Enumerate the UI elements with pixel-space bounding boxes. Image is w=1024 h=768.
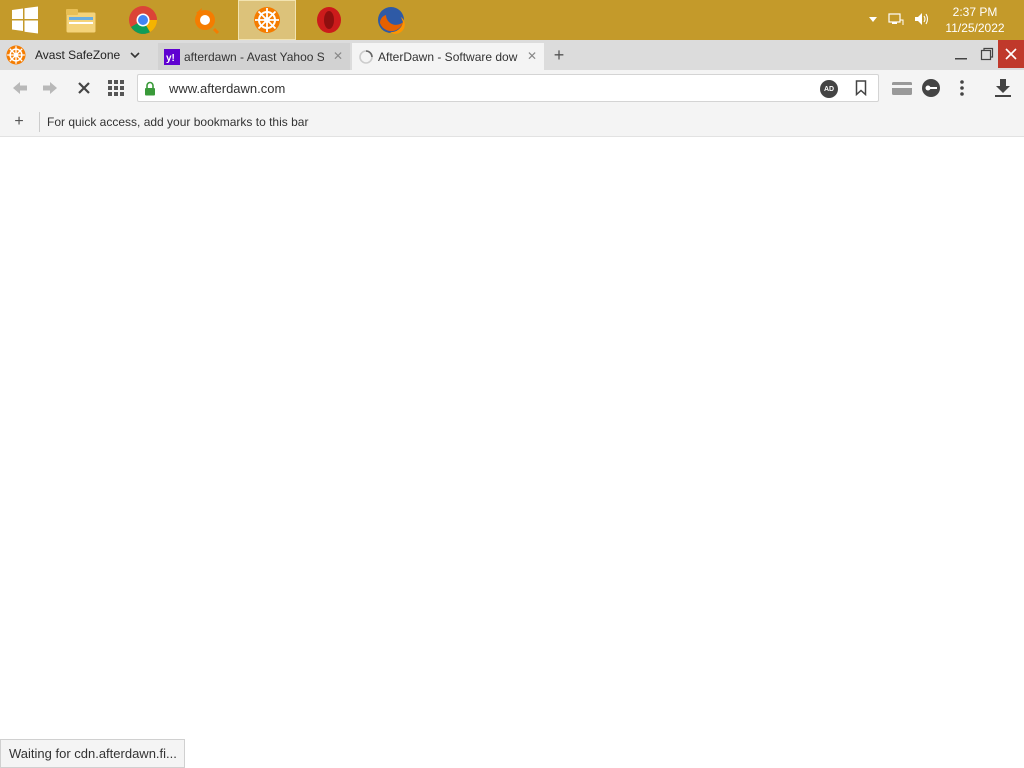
clock-date: 11/25/2022 xyxy=(945,21,1005,35)
close-window-button[interactable] xyxy=(998,40,1024,68)
page-content[interactable] xyxy=(0,137,1024,768)
opera-icon xyxy=(317,7,341,33)
back-button[interactable] xyxy=(8,76,32,100)
forward-button[interactable] xyxy=(38,76,62,100)
browser-brand-label: Avast SafeZone xyxy=(35,48,121,62)
avast-taskbar-button[interactable] xyxy=(176,0,234,40)
stop-loading-button[interactable] xyxy=(72,76,96,100)
password-manager-button[interactable] xyxy=(919,76,943,100)
show-hidden-icons-icon[interactable] xyxy=(868,13,878,27)
back-arrow-icon xyxy=(13,82,27,94)
chevron-down-icon xyxy=(128,48,142,62)
menu-button[interactable] xyxy=(950,76,974,100)
close-icon xyxy=(1005,48,1017,60)
loading-spinner-icon xyxy=(359,49,373,64)
clock-time: 2:37 PM xyxy=(952,5,998,19)
chrome-icon xyxy=(129,6,157,34)
browser-tab-strip: Avast SafeZone y! afterdawn - Avast Yaho… xyxy=(0,40,1024,70)
bookmark-icon[interactable] xyxy=(855,80,867,101)
tab-afterdawn-software[interactable]: AfterDawn - Software dow ✕ xyxy=(352,43,544,70)
url-text: www.afterdawn.com xyxy=(169,81,286,96)
folder-icon xyxy=(65,9,97,34)
safezone-menu-button[interactable]: Avast SafeZone xyxy=(0,40,150,70)
browser-toolbar: www.afterdawn.com AD xyxy=(0,70,1024,106)
forward-arrow-icon xyxy=(43,82,57,94)
avast-icon xyxy=(195,8,220,35)
add-bookmark-button[interactable]: + xyxy=(10,113,28,131)
firefox-taskbar-button[interactable] xyxy=(362,0,420,40)
address-bar[interactable]: www.afterdawn.com AD xyxy=(137,74,879,102)
adblock-icon[interactable]: AD xyxy=(820,80,838,98)
new-tab-button[interactable]: + xyxy=(549,45,569,65)
tab-afterdawn-yahoo[interactable]: y! afterdawn - Avast Yahoo S ✕ xyxy=(158,43,350,70)
windows-logo-icon xyxy=(12,6,38,34)
apps-grid-icon xyxy=(108,80,124,96)
yahoo-icon: y! xyxy=(164,48,180,65)
tab-title: AfterDawn - Software dow xyxy=(378,49,518,64)
clock[interactable]: 2:37 PM 11/25/2022 xyxy=(940,4,1010,36)
restore-icon xyxy=(980,47,994,61)
credit-card-icon xyxy=(892,82,912,95)
lock-icon[interactable] xyxy=(144,81,156,101)
safezone-icon xyxy=(254,7,280,33)
more-vertical-icon xyxy=(960,80,964,96)
firefox-icon xyxy=(378,7,405,34)
tab-close-icon[interactable]: ✕ xyxy=(526,49,538,63)
status-bubble: Waiting for cdn.afterdawn.fi... xyxy=(0,739,185,768)
minimize-icon xyxy=(955,58,967,60)
opera-taskbar-button[interactable] xyxy=(300,0,358,40)
windows-taskbar: 2:37 PM 11/25/2022 xyxy=(0,0,1024,40)
system-tray: 2:37 PM 11/25/2022 xyxy=(868,0,1024,40)
speed-dial-button[interactable] xyxy=(104,76,128,100)
safezone-logo-icon xyxy=(6,45,26,65)
chrome-taskbar-button[interactable] xyxy=(114,0,172,40)
key-icon xyxy=(922,79,940,97)
download-icon xyxy=(995,79,1011,97)
bookmarks-hint: For quick access, add your bookmarks to … xyxy=(47,115,309,129)
tab-title: afterdawn - Avast Yahoo S xyxy=(184,49,324,64)
bookmarks-divider xyxy=(39,112,40,132)
start-button[interactable] xyxy=(0,0,50,40)
payment-card-button[interactable] xyxy=(890,76,914,100)
svg-text:y!: y! xyxy=(166,53,175,64)
network-icon[interactable] xyxy=(888,12,904,29)
tab-close-icon[interactable]: ✕ xyxy=(332,49,344,63)
file-explorer-button[interactable] xyxy=(52,0,110,40)
stop-icon xyxy=(78,82,90,94)
safezone-taskbar-button[interactable] xyxy=(238,0,296,40)
bookmarks-bar: + For quick access, add your bookmarks t… xyxy=(0,106,1024,137)
volume-icon[interactable] xyxy=(914,12,930,29)
downloads-button[interactable] xyxy=(991,76,1015,100)
